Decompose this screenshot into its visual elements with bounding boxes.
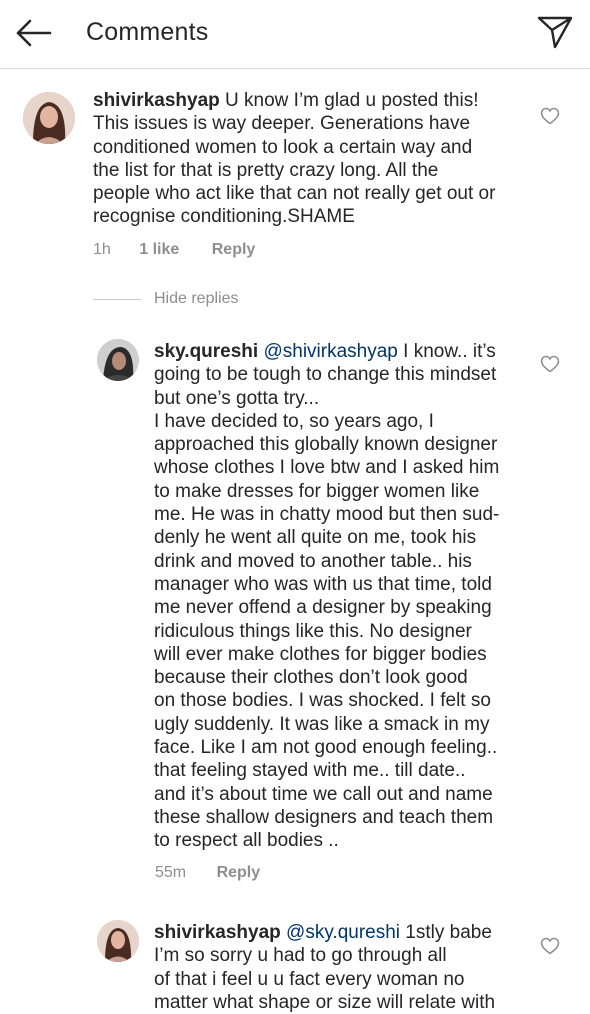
- reply-line: going to be tough to change this mindset: [154, 364, 497, 386]
- reply-line: whose clothes I love btw and I asked him: [154, 457, 500, 479]
- reply-button[interactable]: Reply: [217, 864, 261, 882]
- reply-line: that feeling stayed with me.. till date.…: [154, 760, 466, 782]
- reply-line: I know.. it’s: [403, 341, 496, 362]
- reply-line: to respect all bodies ..: [154, 830, 339, 852]
- heart-outline-icon[interactable]: [540, 355, 560, 373]
- page-title: Comments: [86, 18, 209, 46]
- reply-line: but one’s gotta try...: [154, 387, 320, 409]
- comment-line: recognise conditioning.SHAME: [93, 206, 355, 228]
- reply-line: because their clothes don’t look good: [154, 667, 468, 689]
- mention-link[interactable]: @shivirkashyap: [263, 341, 397, 362]
- reply-line: ugly suddenly. It was like a smack in my: [154, 713, 490, 735]
- comments-header: Comments: [0, 0, 590, 69]
- mention-link[interactable]: @sky.qureshi: [286, 922, 400, 943]
- reply-line: ridiculous things like this. No designer: [154, 620, 472, 642]
- comment-time: 1h: [93, 241, 111, 258]
- reply-username[interactable]: sky.qureshi: [154, 341, 258, 362]
- comment-line: the list for that is pretty crazy long. …: [93, 159, 439, 181]
- reply-line: denly he went all quite on me, took his: [154, 527, 477, 549]
- divider: [93, 299, 141, 300]
- reply-line: these shallow designers and teach them: [154, 806, 494, 828]
- reply-line: 1stly babe: [405, 922, 492, 943]
- reply-meta: 55m Reply: [155, 864, 260, 882]
- avatar[interactable]: [97, 339, 139, 381]
- reply-line: drink and moved to another table.. his: [154, 550, 472, 572]
- hide-replies-label[interactable]: Hide replies: [154, 290, 238, 308]
- reply-line: face. Like I am not good enough feeling.…: [154, 737, 498, 759]
- heart-outline-icon[interactable]: [540, 107, 560, 125]
- reply-line: approached this globally known designer: [154, 434, 498, 456]
- heart-outline-icon[interactable]: [540, 937, 560, 955]
- comment-body: shivirkashyap U know I’m glad u posted t…: [93, 89, 543, 229]
- reply-username[interactable]: shivirkashyap: [154, 922, 281, 943]
- comment-line: This issues is way deeper. Generations h…: [93, 113, 471, 135]
- like-count[interactable]: 1 like: [139, 241, 179, 259]
- reply-line: and it’s about time we call out and name: [154, 783, 493, 805]
- reply-line: to make dresses for bigger women like: [154, 480, 480, 502]
- reply-line: on those bodies. I was shocked. I felt s…: [154, 690, 491, 712]
- reply-line: me never offend a designer by speaking: [154, 597, 492, 619]
- reply-line: I’m so sorry u had to go through all: [154, 945, 447, 967]
- comment-line: conditioned women to look a certain way …: [93, 136, 473, 158]
- reply-line: I have decided to, so years ago, I: [154, 410, 434, 432]
- reply-line: of that i feel u u fact every woman no: [154, 968, 465, 990]
- avatar[interactable]: [23, 92, 75, 144]
- reply-line: me. He was in chatty mood but then sud-: [154, 504, 500, 526]
- reply-time: 55m: [155, 864, 187, 881]
- comment-line: people who act like that can not really …: [93, 183, 496, 205]
- avatar[interactable]: [97, 920, 139, 962]
- reply-body: sky.qureshi @shivirkashyap I know.. it’s…: [154, 340, 546, 853]
- comment-meta: 1h 1 like Reply: [93, 241, 255, 259]
- reply-body: shivirkashyap @sky.qureshi 1stly babe I’…: [154, 921, 546, 1014]
- comment-line: U know I’m glad u posted this!: [225, 90, 479, 111]
- comment-username[interactable]: shivirkashyap: [93, 90, 220, 111]
- arrow-left-icon[interactable]: [14, 16, 54, 50]
- paper-plane-icon[interactable]: [536, 14, 574, 50]
- reply-line: matter what shape or size will relate wi…: [154, 991, 496, 1013]
- reply-line: manager who was with us that time, told: [154, 573, 492, 595]
- reply-button[interactable]: Reply: [212, 241, 256, 259]
- reply-line: will ever make clothes for bigger bodies: [154, 643, 487, 665]
